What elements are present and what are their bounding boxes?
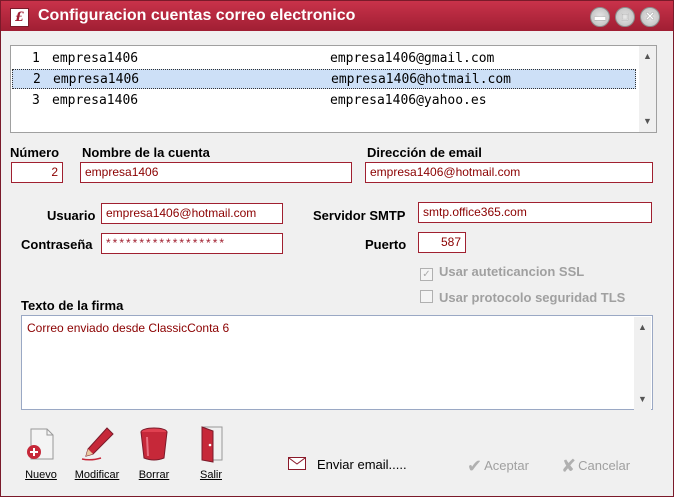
numero-label: Número xyxy=(10,145,60,160)
scroll-down-icon[interactable]: ▼ xyxy=(639,113,656,130)
minimize-icon: ▬ xyxy=(594,11,606,23)
nuevo-label: Nuevo xyxy=(25,469,57,481)
firma-label: Texto de la firma xyxy=(21,298,124,313)
cancelar-label: Cancelar xyxy=(578,458,631,473)
enviar-email-button[interactable]: Enviar email..... xyxy=(288,457,407,472)
modificar-button[interactable]: Modificar xyxy=(72,425,122,481)
pen-icon xyxy=(77,425,117,463)
numero-field[interactable]: 2 xyxy=(11,162,63,183)
maximize-icon: □ xyxy=(621,11,629,23)
account-email: empresa1406@hotmail.com xyxy=(331,72,512,87)
ssl-checkbox-row[interactable]: ✓ Usar auteticancion SSL xyxy=(420,264,584,281)
usuario-field[interactable]: empresa1406@hotmail.com xyxy=(101,203,283,224)
scroll-down-icon[interactable]: ▼ xyxy=(634,391,651,408)
account-email: empresa1406@gmail.com xyxy=(330,51,495,66)
window-title: Configuracion cuentas correo electronico xyxy=(38,7,356,24)
list-item-selected[interactable]: 2 empresa1406 empresa1406@hotmail.com xyxy=(12,69,636,89)
nuevo-button[interactable]: Nuevo xyxy=(16,425,66,481)
accounts-list[interactable]: 1 empresa1406 empresa1406@gmail.com 2 em… xyxy=(10,45,657,133)
puerto-label: Puerto xyxy=(365,237,407,252)
aceptar-label: Aceptar xyxy=(484,458,529,473)
borrar-label: Borrar xyxy=(138,469,170,481)
account-number: 2 xyxy=(33,72,41,87)
scroll-up-icon[interactable]: ▲ xyxy=(634,319,651,336)
exit-door-icon xyxy=(191,425,231,463)
x-icon: ✘ xyxy=(561,456,577,476)
ssl-label: Usar auteticancion SSL xyxy=(439,264,585,279)
signature-scrollbar[interactable]: ▲ ▼ xyxy=(634,317,651,410)
new-document-icon xyxy=(21,425,61,463)
account-number: 1 xyxy=(32,51,40,66)
ssl-checkbox[interactable]: ✓ xyxy=(420,268,433,281)
modificar-label: Modificar xyxy=(74,469,120,481)
checkmark-icon: ✔ xyxy=(467,456,483,476)
list-scrollbar[interactable]: ▲ ▼ xyxy=(639,46,656,132)
account-name: empresa1406 xyxy=(52,93,139,108)
tls-checkbox[interactable] xyxy=(420,290,433,303)
scroll-up-icon[interactable]: ▲ xyxy=(639,48,656,65)
direccion-email-field[interactable]: empresa1406@hotmail.com xyxy=(365,162,653,183)
account-number: 3 xyxy=(32,93,40,108)
account-email: empresa1406@yahoo.es xyxy=(330,93,487,108)
port-field[interactable]: 587 xyxy=(418,232,466,253)
usuario-label: Usuario xyxy=(47,208,96,223)
tls-checkbox-row[interactable]: Usar protocolo seguridad TLS xyxy=(420,290,625,305)
account-name: empresa1406 xyxy=(52,51,139,66)
salir-button[interactable]: Salir xyxy=(186,425,236,481)
password-field[interactable]: ****************** xyxy=(101,233,283,254)
app-logo-icon: £ xyxy=(10,8,29,27)
enviar-email-label: Enviar email..... xyxy=(317,457,407,472)
minimize-button[interactable]: ▬ xyxy=(590,7,610,27)
nombre-field[interactable]: empresa1406 xyxy=(80,162,352,183)
signature-text: Correo enviado desde ClassicConta 6 xyxy=(27,321,230,335)
nombre-label: Nombre de la cuenta xyxy=(82,145,210,160)
account-name: empresa1406 xyxy=(53,72,140,87)
envelope-icon xyxy=(288,457,306,470)
signature-textarea[interactable]: Correo enviado desde ClassicConta 6 ▲ ▼ xyxy=(21,315,653,410)
trash-bin-icon xyxy=(134,425,174,463)
config-window: £ Configuracion cuentas correo electroni… xyxy=(0,0,674,497)
contrasena-label: Contraseña xyxy=(21,237,93,252)
smtp-server-field[interactable]: smtp.office365.com xyxy=(418,202,652,223)
direccion-label: Dirección de email xyxy=(367,145,482,160)
list-item[interactable]: 3 empresa1406 empresa1406@yahoo.es xyxy=(12,91,636,111)
list-item[interactable]: 1 empresa1406 empresa1406@gmail.com xyxy=(12,49,636,69)
close-icon: ✕ xyxy=(645,11,655,23)
aceptar-button[interactable]: ✔ Aceptar xyxy=(467,456,529,477)
borrar-button[interactable]: Borrar xyxy=(129,425,179,481)
tls-label: Usar protocolo seguridad TLS xyxy=(439,290,626,305)
close-button[interactable]: ✕ xyxy=(640,7,660,27)
maximize-button[interactable]: □ xyxy=(615,7,635,27)
title-bar[interactable]: £ Configuracion cuentas correo electroni… xyxy=(1,1,673,31)
smtp-label: Servidor SMTP xyxy=(313,208,406,223)
cancelar-button[interactable]: ✘ Cancelar xyxy=(561,456,630,477)
salir-label: Salir xyxy=(199,469,222,481)
